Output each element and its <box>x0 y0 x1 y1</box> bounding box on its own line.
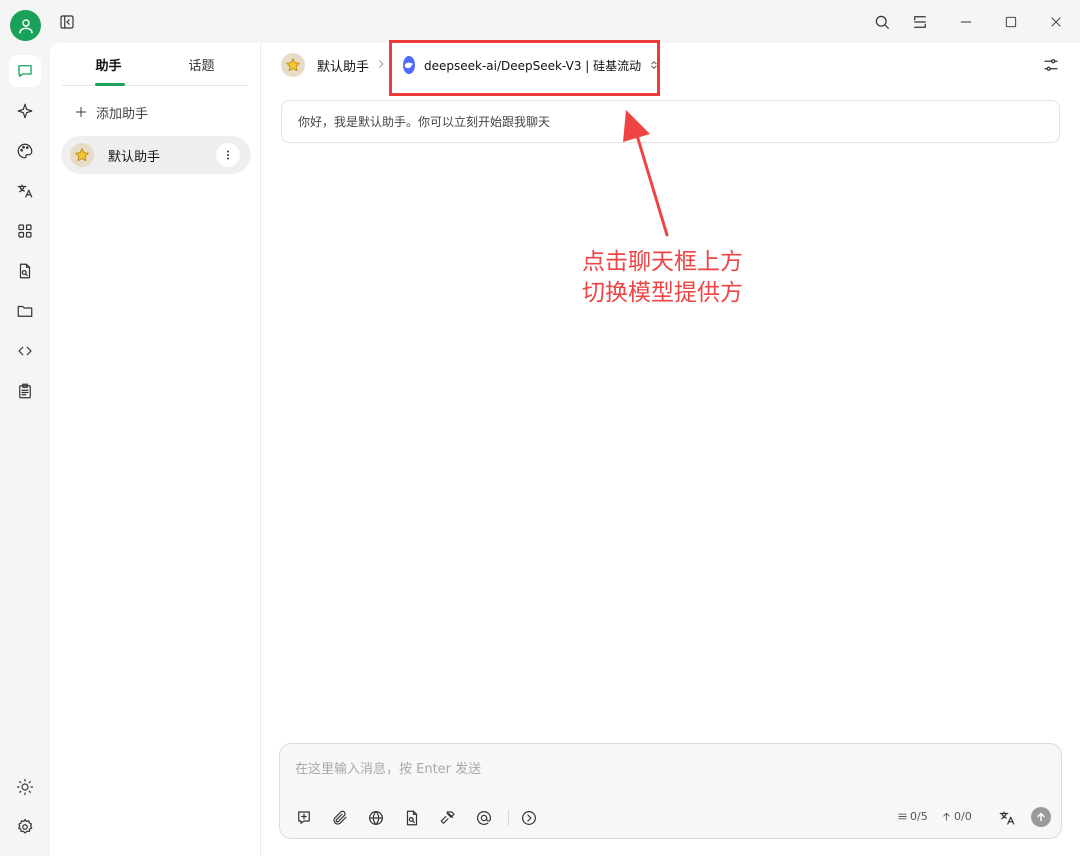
sidebar-collapse-icon <box>60 15 74 29</box>
translate-button[interactable] <box>996 807 1018 829</box>
assistant-panel: 助手 话题 添加助手 默认助手 <box>50 43 261 856</box>
send-button[interactable] <box>1031 807 1051 827</box>
annotation-line-2: 切换模型提供方 <box>582 280 743 306</box>
rail-apps-button[interactable] <box>9 215 41 247</box>
layout-button[interactable] <box>906 8 934 36</box>
grid-icon <box>18 224 32 238</box>
assistant-more-button[interactable] <box>216 143 240 167</box>
context-count: 0/5 <box>910 810 928 823</box>
paperclip-icon <box>333 810 347 825</box>
maximize-icon <box>1005 16 1017 28</box>
current-assistant-emoji <box>281 53 305 77</box>
model-selector[interactable]: deepseek-ai/DeepSeek-V3 | 硅基流动 <box>398 51 659 79</box>
assistant-emoji <box>70 143 94 167</box>
close-button[interactable] <box>1042 8 1070 36</box>
translate-icon <box>999 811 1015 825</box>
assistant-item-default[interactable]: 默认助手 <box>61 136 251 174</box>
context-counter: 0/5 <box>897 810 928 823</box>
knowledge-base-button[interactable] <box>401 807 423 829</box>
title-bar <box>50 0 1080 43</box>
toggle-sidebar-button[interactable] <box>53 8 81 36</box>
user-icon <box>18 18 33 33</box>
chat-settings-button[interactable] <box>1040 54 1062 76</box>
more-vertical-icon <box>227 150 229 160</box>
chevron-up-down-icon <box>649 58 659 72</box>
code-icon <box>18 346 32 356</box>
rail-files-button[interactable] <box>9 295 41 327</box>
panel-tabs: 助手 话题 <box>62 43 248 86</box>
chat-bubble-icon <box>18 65 32 77</box>
message-input[interactable] <box>295 759 1035 779</box>
star-icon <box>286 58 300 72</box>
at-sign-icon <box>477 811 491 825</box>
send-arrow-icon <box>1037 812 1045 822</box>
star-icon <box>75 148 89 162</box>
minimize-button[interactable] <box>952 8 980 36</box>
gear-icon <box>18 818 33 834</box>
model-name: deepseek-ai/DeepSeek-V3 | 硅基流动 <box>424 58 642 73</box>
tab-topics[interactable]: 话题 <box>155 43 248 85</box>
close-icon <box>1051 17 1061 27</box>
chevron-circle-right-icon <box>522 811 536 825</box>
new-topic-button[interactable] <box>293 807 315 829</box>
assistant-name: 默认助手 <box>108 149 161 165</box>
deepseek-logo-icon <box>403 56 415 74</box>
rail-agents-button[interactable] <box>9 95 41 127</box>
chat-area: 默认助手 deepseek-ai/DeepSeek-V3 | 硅基流动 你好，我… <box>261 40 1080 856</box>
icon-rail <box>0 0 50 856</box>
token-counter: 0/0 <box>941 810 972 823</box>
attach-button[interactable] <box>329 807 351 829</box>
rail-theme-button[interactable] <box>9 771 41 803</box>
sliders-icon <box>1044 59 1058 71</box>
rail-translate-button[interactable] <box>9 175 41 207</box>
plus-icon <box>75 106 87 118</box>
current-assistant-name[interactable]: 默认助手 <box>317 56 369 75</box>
translate-icon <box>17 184 33 198</box>
rail-notes-button[interactable] <box>9 375 41 407</box>
mention-button[interactable] <box>473 807 495 829</box>
welcome-text: 你好，我是默认助手。你可以立刻开始跟我聊天 <box>298 115 551 129</box>
rail-chat-button[interactable] <box>9 55 41 87</box>
search-button[interactable] <box>868 8 896 36</box>
annotation-arrow-icon <box>623 110 669 237</box>
add-assistant-label: 添加助手 <box>96 106 149 122</box>
layout-icon <box>914 16 926 28</box>
arrow-up-icon <box>943 812 950 821</box>
sparkle-icon <box>17 103 33 119</box>
folder-icon <box>17 305 33 317</box>
annotation-text: 点击聊天框上方 切换模型提供方 <box>582 247 743 309</box>
globe-icon <box>369 811 383 825</box>
maximize-button[interactable] <box>997 8 1025 36</box>
annotation-line-1: 点击聊天框上方 <box>582 249 743 275</box>
expand-tools-button[interactable] <box>518 807 540 829</box>
document-search-icon <box>406 810 418 826</box>
user-avatar[interactable] <box>10 10 41 41</box>
toolbar-divider <box>508 810 509 826</box>
add-box-icon <box>298 811 310 824</box>
rail-code-button[interactable] <box>9 335 41 367</box>
search-icon <box>875 15 889 29</box>
web-search-button[interactable] <box>365 807 387 829</box>
rail-settings-button[interactable] <box>9 811 41 843</box>
minimize-icon <box>960 21 972 23</box>
rail-knowledge-button[interactable] <box>9 255 41 287</box>
sun-icon <box>16 778 34 796</box>
hammer-icon <box>440 811 455 824</box>
tools-button[interactable] <box>437 807 459 829</box>
list-icon <box>898 813 907 820</box>
rail-paint-button[interactable] <box>9 135 41 167</box>
palette-icon <box>17 143 33 159</box>
add-assistant-button[interactable]: 添加助手 <box>74 101 148 123</box>
token-count: 0/0 <box>954 810 972 823</box>
tab-assistants[interactable]: 助手 <box>62 43 155 86</box>
document-search-icon <box>19 263 31 279</box>
message-composer: 0/5 0/0 <box>279 743 1062 839</box>
clipboard-icon <box>19 383 31 399</box>
chevron-right-icon <box>375 57 387 71</box>
